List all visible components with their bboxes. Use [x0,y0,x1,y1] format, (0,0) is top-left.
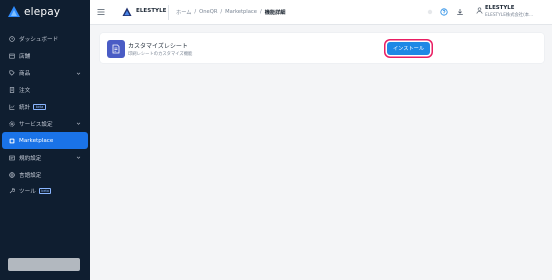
marketplace-icon [9,138,15,144]
divider [168,5,169,20]
logo[interactable]: elepay [8,6,60,18]
breadcrumb-marketplace[interactable]: Marketplace [225,9,257,16]
sidebar-item-stores[interactable]: 店舗 [0,48,90,65]
breadcrumb-home[interactable]: ホーム [176,9,191,16]
sidebar-nav: ダッシュボード 店舗 商品 注文 統計 beta サービス設定 Marketpl… [0,31,90,200]
beta-badge: beta [33,104,46,110]
breadcrumb-oneqr[interactable]: OneQR [199,9,217,16]
sidebar-item-marketplace[interactable]: Marketplace [2,132,88,150]
chevron-down-icon [76,72,81,75]
marketplace-app-card: カスタマイズレシート 印刷レシートのカスタマイズ機能 インストール [100,33,544,63]
sidebar-item-statistics[interactable]: 統計 beta [0,99,90,116]
chart-icon [9,104,15,110]
sidebar-item-tools[interactable]: ツール beta [0,183,90,200]
beta-badge: beta [38,188,52,195]
user-company: ELESTYLE株式会社(本... [485,13,534,18]
breadcrumb-separator: / [220,8,223,15]
sidebar-item-label: 商品 [19,71,31,78]
sidebar-item-products[interactable]: 商品 [0,65,90,82]
elepay-logo-icon [8,6,20,17]
logo-text: elepay [24,6,61,18]
sidebar-item-language-settings[interactable]: 言語設定 [0,166,90,183]
sidebar-item-orders[interactable]: 注文 [0,82,90,99]
sidebar-item-label: ダッシュボード [19,37,59,44]
brand-name: ELESTYLE [136,8,167,14]
document-icon [9,155,15,161]
receipt-app-icon [107,40,125,58]
topbar: ELESTYLE ホーム / OneQR / Marketplace / 機能詳… [90,0,552,25]
app-description: 印刷レシートのカスタマイズ機能 [128,52,193,57]
install-button[interactable]: インストール [387,42,430,55]
app-title: カスタマイズレシート [128,43,188,50]
menu-icon[interactable] [97,8,105,16]
sidebar-item-label: 言語設定 [19,172,42,179]
sidebar-item-label: 規約設定 [19,155,42,162]
sidebar-item-label: 統計 [19,105,31,111]
sidebar-item-label: Marketplace [19,137,54,144]
breadcrumb: ホーム / OneQR / Marketplace / 機能詳細 [176,9,285,16]
gear-icon [9,121,15,127]
chevron-down-icon [76,156,81,159]
sidebar-item-label: 注文 [19,88,31,95]
sidebar-item-label: ツール [19,189,36,196]
breadcrumb-separator: / [194,8,197,15]
sidebar: elepay ダッシュボード 店舗 商品 注文 統計 beta サービス設定 M… [0,0,90,280]
breadcrumb-current: 機能詳細 [264,9,286,16]
sidebar-item-dashboard[interactable]: ダッシュボード [0,31,90,48]
sidebar-item-terms-settings[interactable]: 規約設定 [0,149,90,166]
user-name: ELESTYLE [485,5,515,11]
wrench-icon [9,188,15,194]
store-icon [9,53,15,59]
chevron-down-icon [76,123,81,126]
sidebar-item-label: サービス設定 [19,121,53,128]
brand-logo-icon [122,7,132,16]
tag-icon [9,70,15,76]
sidebar-item-label: 店舗 [19,54,31,61]
sidebar-footer-blurred [8,258,80,271]
clock-icon [9,36,15,43]
globe-icon [9,171,15,178]
breadcrumb-separator: / [259,8,262,15]
user-icon [476,7,483,14]
download-icon[interactable] [456,8,464,16]
help-icon[interactable] [440,8,448,16]
sidebar-item-service-settings[interactable]: サービス設定 [0,115,90,132]
sun-icon[interactable] [426,8,434,16]
receipt-icon [9,87,15,93]
user-menu[interactable]: ELESTYLE ELESTYLE株式会社(本... [476,5,533,18]
